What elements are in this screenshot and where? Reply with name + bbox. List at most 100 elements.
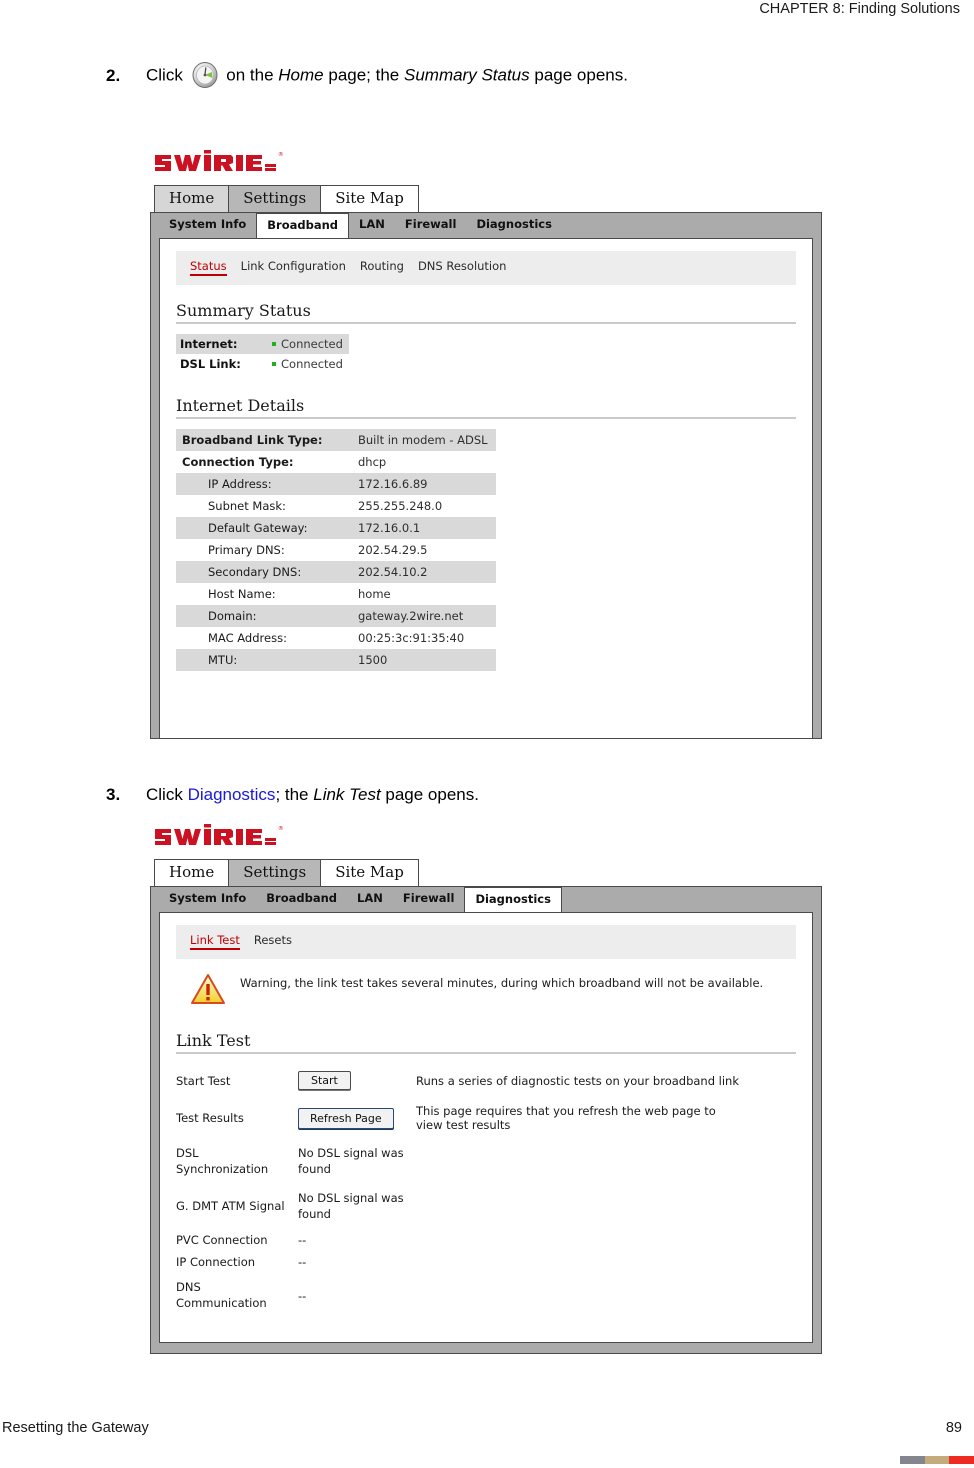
tab-settings[interactable]: Settings — [228, 859, 322, 886]
table-row: Primary DNS: 202.54.29.5 — [176, 539, 496, 561]
tab-settings[interactable]: Settings — [228, 185, 322, 212]
row-label-ip-connection: IP Connection — [176, 1255, 256, 1270]
row-label-test-results: Test Results — [176, 1111, 244, 1125]
table-row: Domain: gateway.2wire.net — [176, 605, 496, 627]
detail-value: 202.54.29.5 — [358, 543, 428, 557]
table-row: G. DMT ATM Signal No DSL signal was foun… — [176, 1184, 747, 1229]
detail-key: Domain: — [176, 605, 352, 627]
footer-color-bar — [900, 1456, 974, 1464]
detail-key: Default Gateway: — [176, 517, 352, 539]
row-label-start-test: Start Test — [176, 1073, 231, 1088]
table-row: DNS Communication -- — [176, 1273, 747, 1318]
twowire-logo-svg: ® — [155, 824, 284, 845]
tab-home[interactable]: Home — [154, 859, 230, 886]
detail-key: Connection Type: — [182, 455, 294, 469]
pagenav-link-configuration[interactable]: Link Configuration — [241, 259, 346, 273]
tab-home[interactable]: Home — [154, 185, 230, 212]
summary-status-rule — [176, 322, 796, 324]
step-3-seg-2: Link Test — [313, 785, 381, 804]
subtab-broadband[interactable]: Broadband — [256, 887, 347, 912]
detail-value: dhcp — [358, 455, 387, 469]
summary-status-title: Summary Status — [176, 301, 311, 320]
subtab-diagnostics[interactable]: Diagnostics — [466, 213, 562, 238]
detail-value: 172.16.6.89 — [352, 473, 496, 495]
gateway-panel: System Info Broadband LAN Firewall Diagn… — [150, 886, 822, 1355]
table-row: Default Gateway: 172.16.0.1 — [176, 517, 496, 539]
subtab-broadband[interactable]: Broadband — [256, 213, 350, 238]
row-value-pvc-connection: -- — [298, 1233, 307, 1248]
refresh-page-button[interactable]: Refresh Page — [298, 1107, 394, 1129]
status-label-internet: Internet: — [176, 334, 268, 354]
table-row: Test Results Refresh Page This page requ… — [176, 1097, 747, 1139]
subtab-system-info[interactable]: System Info — [159, 887, 256, 912]
svg-text:®: ® — [278, 825, 284, 832]
subtab-diagnostics[interactable]: Diagnostics — [464, 887, 562, 912]
subtab-lan[interactable]: LAN — [349, 213, 395, 238]
subtab-lan[interactable]: LAN — [347, 887, 393, 912]
detail-key: Secondary DNS: — [176, 561, 352, 583]
detail-value: home — [358, 587, 391, 601]
footer-bar-segment-tan — [924, 1456, 950, 1464]
pagenav-dns-resolution[interactable]: DNS Resolution — [418, 259, 507, 273]
row-desc-start-test: Runs a series of diagnostic tests on you… — [416, 1073, 740, 1088]
row-label-dns-communication: DNS Communication — [176, 1280, 267, 1310]
subtab-firewall[interactable]: Firewall — [393, 887, 465, 912]
status-dot-icon — [272, 342, 276, 346]
step-3-seg-3: page opens. — [380, 785, 479, 804]
top-tab-bar: Home Settings Site Map — [150, 185, 822, 212]
link-test-rule — [176, 1052, 796, 1054]
pagenav-resets[interactable]: Resets — [254, 933, 292, 947]
footer-section-title: Resetting the Gateway — [2, 1420, 149, 1436]
pagenav-routing[interactable]: Routing — [360, 259, 404, 273]
detail-value: 172.16.0.1 — [352, 517, 496, 539]
status-value-internet-text: Connected — [281, 337, 343, 351]
table-row: Broadband Link Type: Built in modem - AD… — [176, 429, 496, 451]
table-row: Start Test Start Runs a series of diagno… — [176, 1064, 747, 1097]
screenshot-link-test: ® Home Settings Site Map System Info Bro… — [150, 822, 822, 1355]
pagenav-status[interactable]: Status — [190, 259, 227, 276]
page-footer: Resetting the Gateway 89 — [0, 1398, 974, 1468]
step-2-seg-0: on the — [221, 65, 279, 85]
subtab-system-info[interactable]: System Info — [159, 213, 256, 238]
link-test-table: Start Test Start Runs a series of diagno… — [176, 1064, 747, 1318]
footer-page-number: 89 — [945, 1420, 962, 1436]
subtab-firewall[interactable]: Firewall — [395, 213, 467, 238]
diagnostics-link[interactable]: Diagnostics — [188, 785, 276, 804]
row-label-pvc-connection: PVC Connection — [176, 1233, 268, 1248]
pagenav-link-test[interactable]: Link Test — [190, 933, 240, 950]
internet-details-rule — [176, 417, 796, 419]
step-2-number: 2. — [106, 66, 121, 85]
twowire-logo: ® — [150, 822, 822, 853]
internet-details-title: Internet Details — [176, 396, 305, 415]
tab-site-map[interactable]: Site Map — [320, 859, 419, 886]
detail-key: Host Name: — [208, 587, 276, 601]
gateway-panel: System Info Broadband LAN Firewall Diagn… — [150, 212, 822, 739]
link-test-title: Link Test — [176, 1031, 251, 1050]
gauge-icon[interactable] — [192, 62, 218, 88]
twowire-logo-svg: ® — [155, 150, 284, 171]
row-value-ip-connection: -- — [298, 1255, 307, 1270]
row-desc-test-results: This page requires that you refresh the … — [416, 1104, 716, 1132]
internet-details-table: Broadband Link Type: Built in modem - AD… — [176, 429, 496, 671]
summary-status-table: Internet: Connected DSL Link: Connected — [176, 334, 349, 374]
table-row: Secondary DNS: 202.54.10.2 — [176, 561, 496, 583]
sub-tab-bar: System Info Broadband LAN Firewall Diagn… — [151, 887, 821, 912]
table-row: Internet: Connected — [176, 334, 349, 354]
table-row: DSL Synchronization No DSL signal was fo… — [176, 1139, 747, 1184]
status-dot-icon — [272, 362, 276, 366]
step-2-seg-1: Home — [278, 65, 324, 85]
status-value-internet: Connected — [268, 334, 349, 354]
start-button[interactable]: Start — [298, 1071, 351, 1090]
detail-value: 1500 — [352, 649, 496, 671]
table-row: Subnet Mask: 255.255.248.0 — [176, 495, 496, 517]
chapter-header: CHAPTER 8: Finding Solutions — [759, 1, 960, 17]
tab-site-map[interactable]: Site Map — [320, 185, 419, 212]
page-nav-broadband: Status Link Configuration Routing DNS Re… — [176, 251, 796, 285]
status-value-dsl-link-text: Connected — [281, 357, 343, 371]
step-3-number: 3. — [106, 785, 121, 804]
step-2-prefix: Click — [146, 65, 188, 85]
step-2: 2. Click on the Home page; the Summary S… — [106, 62, 628, 89]
detail-value: Built in modem - ADSL — [352, 429, 496, 451]
step-2-seg-3: Summary Status — [403, 65, 530, 85]
warning-text: Warning, the link test takes several min… — [240, 976, 764, 990]
